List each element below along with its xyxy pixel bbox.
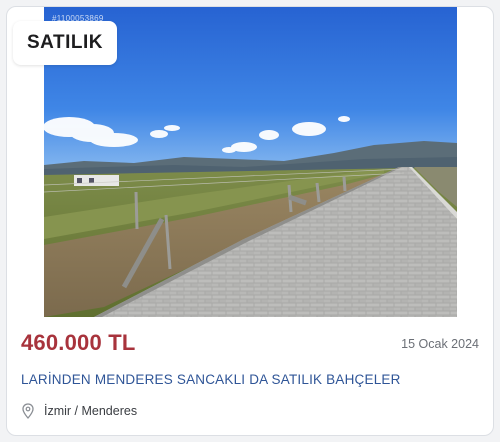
map-pin-icon bbox=[22, 403, 34, 419]
listing-title-link[interactable]: LARİNDEN MENDERES SANCAKLI DA SATILIK BA… bbox=[21, 372, 401, 387]
location: İzmir / Menderes bbox=[21, 403, 137, 419]
location-text: İzmir / Menderes bbox=[44, 404, 138, 418]
status-badge: SATILIK bbox=[13, 21, 117, 65]
listing-card[interactable]: #1100053869 SATILIK 460.000 TL 15 Ocak 2… bbox=[6, 6, 494, 436]
price: 460.000 TL bbox=[21, 330, 136, 355]
status-badge-label: SATILIK bbox=[27, 32, 103, 53]
listing-date: 15 Ocak 2024 bbox=[401, 337, 479, 351]
